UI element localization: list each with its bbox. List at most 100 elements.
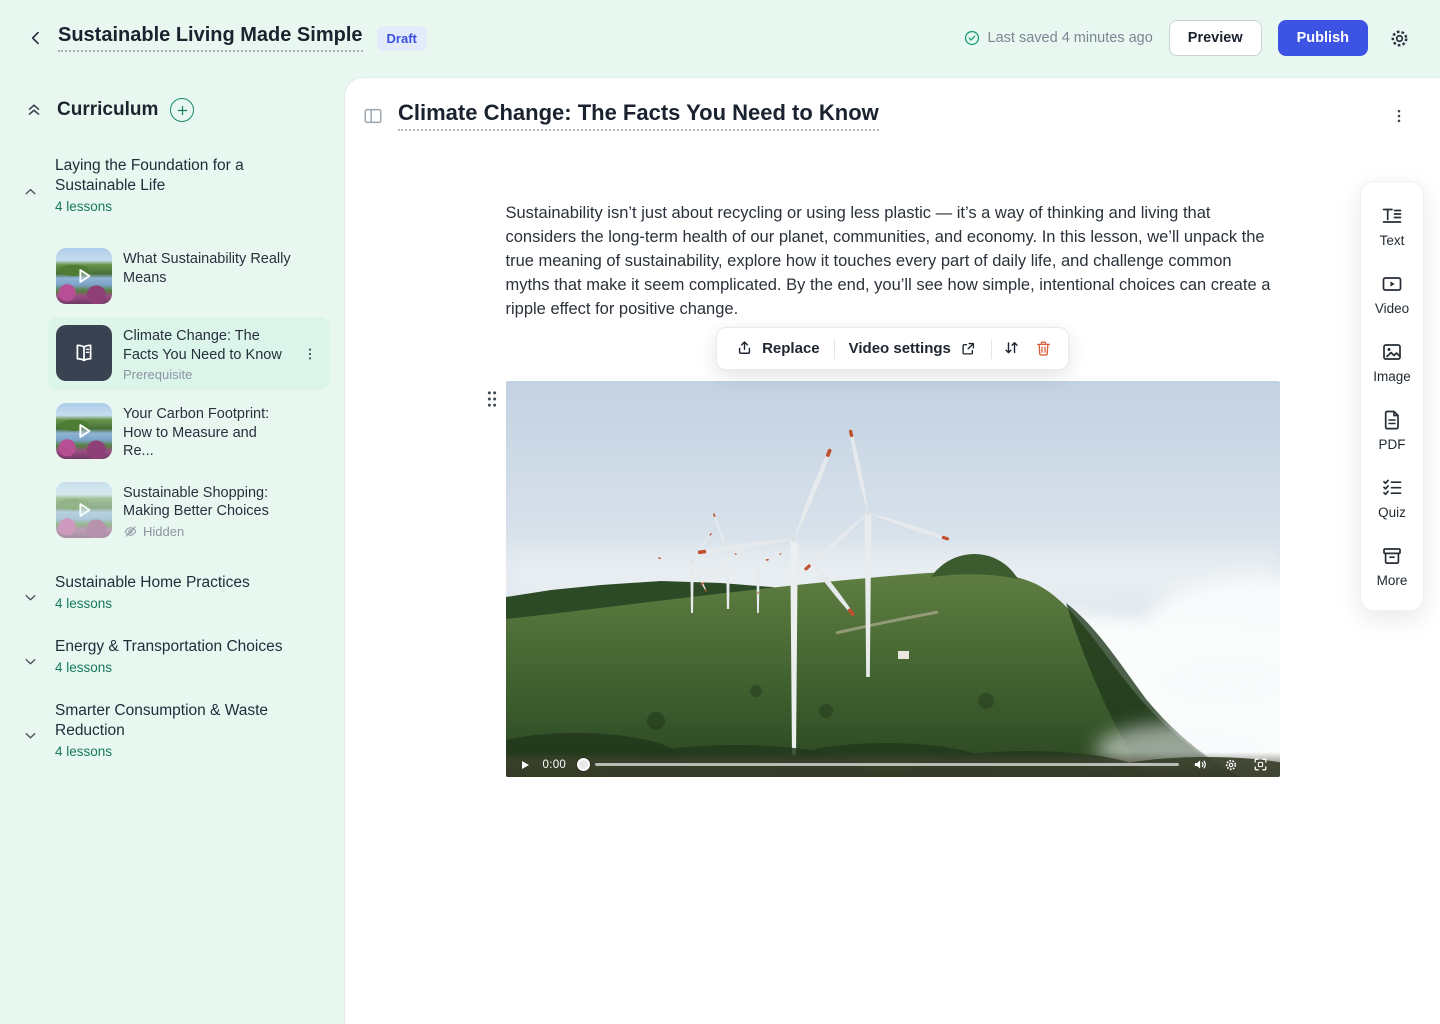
- toolbar-divider: [834, 339, 835, 359]
- insert-video-label: Video: [1375, 301, 1409, 316]
- section-header[interactable]: Sustainable Home Practices 4 lessons: [55, 573, 250, 611]
- saved-status-text: Last saved 4 minutes ago: [988, 30, 1153, 46]
- replace-label: Replace: [762, 340, 820, 357]
- volume-button[interactable]: [1192, 756, 1210, 774]
- section-lesson-count: 4 lessons: [55, 596, 250, 611]
- lesson-menu-button[interactable]: [1390, 103, 1416, 129]
- video-settings-gear-button[interactable]: [1222, 756, 1240, 774]
- lesson-content: Sustainability isn’t just about recyclin…: [506, 201, 1280, 777]
- lesson-thumbnail: [56, 325, 112, 381]
- top-bar: Sustainable Living Made Simple Draft Las…: [0, 0, 1440, 76]
- video-settings-button[interactable]: Video settings: [839, 334, 987, 364]
- insert-more-button[interactable]: More: [1361, 532, 1423, 600]
- back-button[interactable]: [22, 24, 50, 52]
- lesson-text: Sustainable Shopping: Making Better Choi…: [123, 482, 291, 539]
- plus-icon: [176, 104, 189, 117]
- curriculum-header: Curriculum: [0, 98, 327, 122]
- lesson-hidden-label: Hidden: [143, 524, 184, 539]
- insert-image-label: Image: [1373, 369, 1411, 384]
- insert-video-button[interactable]: Video: [1361, 260, 1423, 328]
- delete-block-button[interactable]: [1028, 334, 1060, 364]
- replace-button[interactable]: Replace: [725, 333, 830, 364]
- chevron-left-icon: [26, 28, 46, 48]
- course-title[interactable]: Sustainable Living Made Simple: [58, 24, 363, 52]
- chevron-up-icon[interactable]: [22, 168, 44, 214]
- lesson-header: Climate Change: The Facts You Need to Kn…: [345, 78, 1440, 131]
- lesson-prerequisite-tag: Prerequisite: [123, 367, 291, 382]
- arrows-up-down-icon: [1002, 339, 1021, 358]
- curriculum-section: Smarter Consumption & Waste Reduction 4 …: [0, 701, 327, 759]
- video-settings-label: Video settings: [849, 340, 951, 357]
- gear-icon: [1388, 27, 1411, 50]
- collapse-all-button[interactable]: [24, 98, 48, 122]
- video-block: 0:00: [506, 381, 1280, 777]
- chevron-down-icon[interactable]: [22, 713, 44, 759]
- seek-bar[interactable]: [595, 763, 1178, 766]
- toolbar-divider: [991, 339, 992, 359]
- pdf-file-icon: [1380, 408, 1404, 432]
- video-controls: 0:00: [506, 752, 1280, 777]
- curriculum-section: Energy & Transportation Choices 4 lesson…: [0, 637, 327, 675]
- insert-text-label: Text: [1380, 233, 1405, 248]
- section-title: Smarter Consumption & Waste Reduction: [55, 701, 290, 741]
- settings-button[interactable]: [1384, 23, 1414, 53]
- lesson-item-hidden[interactable]: Sustainable Shopping: Making Better Choi…: [48, 474, 330, 547]
- section-header[interactable]: Laying the Foundation for a Sustainable …: [55, 156, 290, 214]
- insert-text-button[interactable]: Text: [1361, 192, 1423, 260]
- section-title: Energy & Transportation Choices: [55, 637, 282, 657]
- insert-pdf-label: PDF: [1379, 437, 1406, 452]
- section-header[interactable]: Smarter Consumption & Waste Reduction 4 …: [55, 701, 290, 759]
- video-controls-right: [1192, 756, 1270, 774]
- lesson-title: Sustainable Shopping: Making Better Choi…: [123, 484, 291, 521]
- fullscreen-button[interactable]: [1252, 756, 1270, 774]
- move-block-button[interactable]: [996, 334, 1028, 364]
- add-section-button[interactable]: [170, 98, 194, 122]
- insert-quiz-label: Quiz: [1378, 505, 1406, 520]
- lesson-intro-text[interactable]: Sustainability isn’t just about recyclin…: [506, 201, 1280, 321]
- play-icon: [56, 403, 112, 459]
- panel-layout-icon: [362, 105, 388, 127]
- top-bar-actions: Last saved 4 minutes ago Preview Publish: [963, 20, 1414, 56]
- sidebar-toggle-button[interactable]: [362, 103, 388, 129]
- trash-icon: [1034, 339, 1053, 358]
- video-block-toolbar: Replace Video settings: [716, 327, 1069, 370]
- video-player[interactable]: 0:00: [506, 381, 1280, 777]
- lesson-text: Your Carbon Footprint: How to Measure an…: [123, 403, 291, 461]
- drag-handle[interactable]: [485, 387, 501, 411]
- section-title: Sustainable Home Practices: [55, 573, 250, 593]
- lesson-page-title[interactable]: Climate Change: The Facts You Need to Kn…: [398, 100, 879, 131]
- lesson-text: What Sustainability Really Means: [123, 248, 291, 287]
- quiz-checklist-icon: [1380, 476, 1404, 500]
- section-lesson-count: 4 lessons: [55, 199, 290, 214]
- section-lesson-count: 4 lessons: [55, 660, 282, 675]
- lesson-item[interactable]: What Sustainability Really Means: [48, 240, 330, 312]
- play-button[interactable]: [516, 756, 534, 774]
- external-link-icon: [959, 340, 977, 358]
- text-icon: [1380, 204, 1404, 228]
- block-inserter-panel: Text Video Image PDF Quiz More: [1360, 181, 1424, 611]
- kebab-icon: [302, 346, 324, 362]
- section-header[interactable]: Energy & Transportation Choices 4 lesson…: [55, 637, 282, 675]
- publish-button[interactable]: Publish: [1278, 20, 1368, 56]
- lesson-editor-panel: Climate Change: The Facts You Need to Kn…: [345, 78, 1440, 1024]
- lesson-item[interactable]: Your Carbon Footprint: How to Measure an…: [48, 395, 330, 469]
- chevron-down-icon[interactable]: [22, 649, 44, 675]
- insert-more-label: More: [1377, 573, 1408, 588]
- lesson-thumbnail: [56, 482, 112, 538]
- video-icon: [1380, 272, 1404, 296]
- upload-icon: [735, 339, 754, 358]
- chevron-down-icon[interactable]: [22, 585, 44, 611]
- kebab-icon: [1390, 107, 1416, 125]
- lesson-item-selected[interactable]: Climate Change: The Facts You Need to Kn…: [48, 317, 330, 390]
- insert-quiz-button[interactable]: Quiz: [1361, 464, 1423, 532]
- lesson-thumbnail: [56, 403, 112, 459]
- lesson-hidden-tag: Hidden: [123, 524, 291, 539]
- video-poster-wind-turbines: [506, 381, 1280, 777]
- lesson-menu-button[interactable]: [302, 343, 324, 365]
- lesson-thumbnail: [56, 248, 112, 304]
- preview-button[interactable]: Preview: [1169, 20, 1262, 56]
- eye-off-icon: [123, 524, 138, 539]
- insert-pdf-button[interactable]: PDF: [1361, 396, 1423, 464]
- seek-handle[interactable]: [577, 758, 590, 771]
- insert-image-button[interactable]: Image: [1361, 328, 1423, 396]
